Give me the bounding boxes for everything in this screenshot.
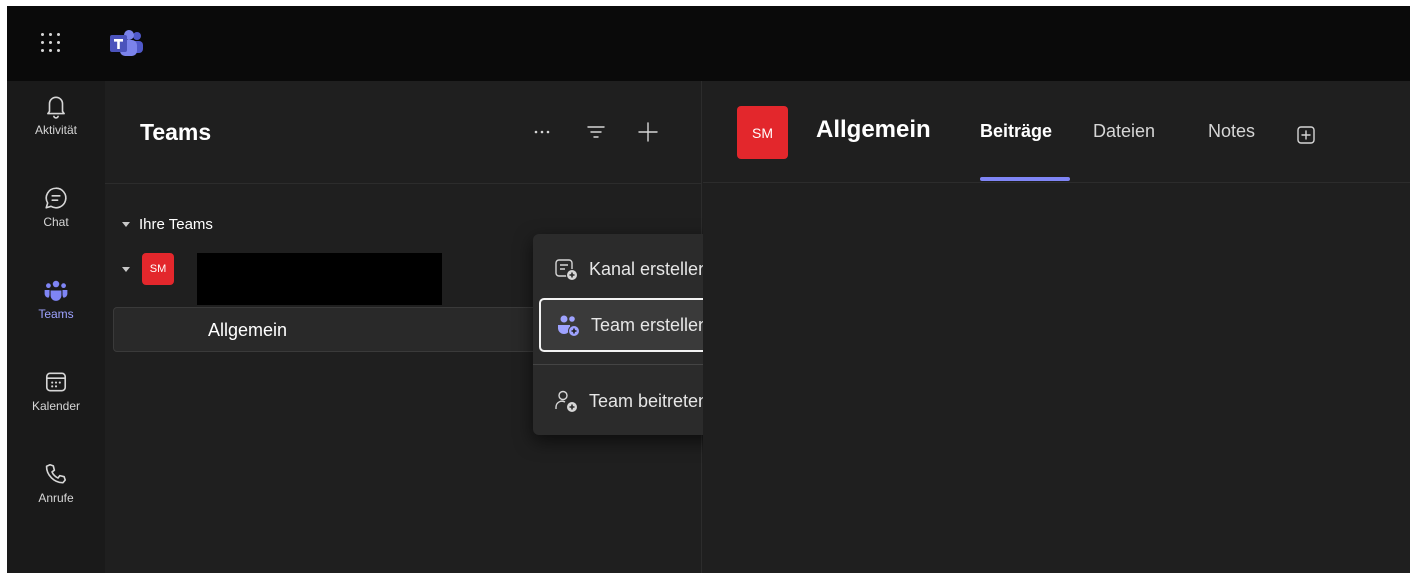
tab-beitraege[interactable]: Beiträge — [980, 121, 1052, 142]
section-label: Ihre Teams — [139, 216, 213, 233]
title-bar — [7, 6, 1410, 81]
menu-label: Team erstellen — [591, 314, 709, 335]
rail-item-teams[interactable]: Teams — [7, 269, 105, 355]
chevron-down-icon — [122, 266, 130, 272]
rail-item-chat[interactable]: Chat — [7, 177, 105, 263]
create-channel-icon — [555, 259, 578, 281]
teams-icon — [44, 280, 68, 301]
chevron-down-icon — [122, 222, 130, 227]
channel-header: SM Allgemein Beiträge Dateien Notes — [703, 81, 1410, 183]
phone-icon — [45, 463, 67, 484]
rail-label-chat: Chat — [43, 215, 69, 229]
app-launcher-icon[interactable] — [34, 28, 64, 58]
your-teams-section[interactable]: Ihre Teams — [122, 216, 213, 233]
teams-list-header: Teams — [105, 81, 701, 184]
menu-label: Team beitreten — [589, 390, 709, 411]
calendar-icon — [45, 372, 67, 392]
ellipsis-icon — [534, 130, 550, 134]
teams-app-window: Aktivität Chat Teams Kalender Anrufe Tea… — [7, 6, 1410, 573]
add-tab-icon[interactable] — [1296, 125, 1316, 145]
rail-item-aktivitaet[interactable]: Aktivität — [7, 85, 105, 171]
filter-icon — [587, 126, 605, 138]
rail-label-aktivitaet: Aktivität — [34, 123, 77, 137]
join-team-icon — [555, 390, 578, 413]
tab-dateien[interactable]: Dateien — [1093, 121, 1155, 142]
rail-label-kalender: Kalender — [31, 399, 81, 413]
more-options-button[interactable] — [529, 119, 555, 145]
chat-icon — [45, 187, 67, 209]
app-rail: Aktivität Chat Teams Kalender Anrufe — [7, 81, 105, 573]
teams-list-pane: Teams Ihre Teams SM Allgemein Kanal erst… — [105, 81, 768, 573]
filter-button[interactable] — [583, 119, 609, 145]
channel-view: SM Allgemein Beiträge Dateien Notes — [703, 81, 1410, 573]
redacted-team-name — [197, 253, 442, 305]
active-tab-indicator — [980, 177, 1070, 181]
page-title: Teams — [140, 119, 212, 145]
teams-logo-icon — [110, 30, 143, 56]
team-row[interactable]: SM — [122, 253, 174, 285]
rail-item-kalender[interactable]: Kalender — [7, 361, 105, 447]
menu-label: Kanal erstellen — [589, 258, 709, 279]
create-team-icon — [558, 315, 580, 337]
rail-item-anrufe[interactable]: Anrufe — [7, 453, 105, 539]
channel-label: Allgemein — [208, 320, 288, 340]
channel-title: Allgemein — [816, 116, 931, 143]
add-button[interactable] — [635, 119, 661, 145]
tab-notes[interactable]: Notes — [1208, 121, 1255, 142]
rail-label-anrufe: Anrufe — [38, 491, 74, 505]
bell-icon — [47, 96, 65, 119]
plus-icon — [638, 122, 658, 142]
team-avatar: SM — [142, 253, 174, 285]
rail-label-teams: Teams — [38, 307, 74, 321]
channel-avatar: SM — [737, 106, 788, 159]
